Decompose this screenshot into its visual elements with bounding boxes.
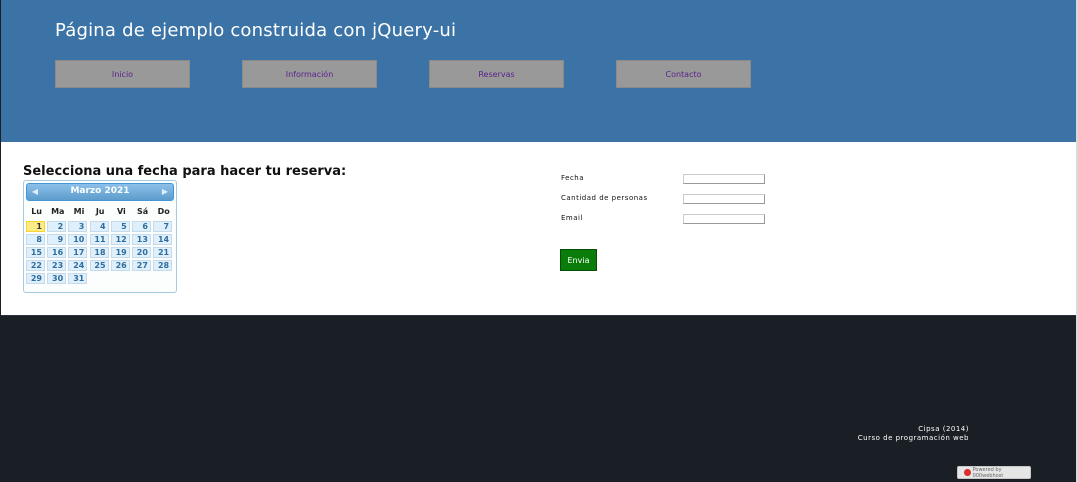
nav-button-inicio[interactable]: Inicio: [55, 60, 190, 88]
email-label: Email: [561, 214, 583, 222]
datepicker-day[interactable]: 9: [47, 234, 67, 245]
weekday-label: Ju: [95, 207, 105, 216]
datepicker-header: ◀ Marzo 2021 ▶: [26, 183, 174, 201]
datepicker: ◀ Marzo 2021 ▶ Lu Ma Mi Ju Vi Sá Do 1234…: [23, 180, 177, 293]
datepicker-grid: Lu Ma Mi Ju Vi Sá Do 1 2 3 4 5 6 7 8 9 10 11 12 13 14…: [26, 205, 174, 284]
datepicker-day[interactable]: 6: [131, 221, 151, 232]
datepicker-day[interactable]: 13: [131, 234, 151, 245]
datepicker-day[interactable]: 14: [153, 234, 173, 245]
datepicker-empty-cell: [132, 273, 151, 284]
main-content: Selecciona una fecha para hacer tu reser…: [1, 142, 1076, 315]
header: Página de ejemplo construida con jQuery-…: [1, 0, 1076, 142]
datepicker-day[interactable]: 22: [26, 260, 45, 271]
datepicker-day[interactable]: 26: [110, 260, 130, 271]
footer: Cipsa (2014) Curso de programación web: [1, 315, 1076, 481]
footer-course: Curso de programación web: [857, 434, 969, 442]
weekday-label: Lu: [31, 207, 42, 216]
datepicker-day[interactable]: 15: [26, 247, 45, 258]
datepicker-day[interactable]: 3: [68, 221, 88, 232]
datepicker-month-label: Marzo 2021: [70, 186, 130, 196]
weekday-label: Mi: [73, 207, 85, 216]
datepicker-weekdays: Lu Ma Mi Ju Vi Sá Do: [26, 205, 174, 219]
nav-link-inicio[interactable]: Inicio: [112, 70, 133, 79]
submit-button[interactable]: Envia: [560, 249, 597, 271]
chevron-right-icon[interactable]: ▶: [160, 187, 170, 197]
datepicker-day[interactable]: 8: [26, 234, 45, 245]
nav-button-contacto[interactable]: Contacto: [616, 60, 751, 88]
personas-input[interactable]: [683, 194, 765, 204]
datepicker-day[interactable]: 11: [89, 234, 109, 245]
section-title: Selecciona una fecha para hacer tu reser…: [23, 164, 347, 179]
datepicker-day[interactable]: 1: [26, 221, 45, 232]
datepicker-day[interactable]: 24: [68, 260, 88, 271]
email-input[interactable]: [683, 214, 765, 224]
nav-link-reservas[interactable]: Reservas: [478, 70, 514, 79]
personas-label: Cantidad de personas: [561, 194, 648, 202]
datepicker-day[interactable]: 23: [47, 260, 67, 271]
datepicker-empty-cell: [153, 273, 172, 284]
datepicker-day[interactable]: 31: [68, 273, 88, 284]
datepicker-empty-cell: [111, 273, 130, 284]
datepicker-day[interactable]: 29: [26, 273, 45, 284]
datepicker-day[interactable]: 2: [47, 221, 67, 232]
datepicker-day[interactable]: 20: [131, 247, 151, 258]
datepicker-day[interactable]: 12: [110, 234, 130, 245]
hosting-badge[interactable]: Powered by 000webhost: [957, 466, 1031, 479]
datepicker-day[interactable]: 30: [47, 273, 67, 284]
datepicker-week-row: 15 16 17 18 19 20 21: [26, 247, 174, 258]
datepicker-week-row: 8 9 10 11 12 13 14: [26, 234, 174, 245]
datepicker-day[interactable]: 27: [131, 260, 151, 271]
footer-copyright: Cipsa (2014): [918, 425, 969, 433]
datepicker-day[interactable]: 25: [89, 260, 109, 271]
datepicker-week-row: 29 30 31: [26, 273, 174, 284]
nav-link-contacto[interactable]: Contacto: [665, 70, 701, 79]
weekday-label: Vi: [116, 207, 126, 216]
datepicker-empty-cell: [90, 273, 109, 284]
nav-link-informacion[interactable]: Información: [286, 70, 334, 79]
datepicker-day[interactable]: 28: [153, 260, 173, 271]
datepicker-weeks: 1 2 3 4 5 6 7 8 9 10 11 12 13 14 15 16 17 18 19 20 21 22 23 24 2…: [26, 221, 174, 284]
datepicker-day[interactable]: 18: [89, 247, 109, 258]
datepicker-day[interactable]: 19: [110, 247, 130, 258]
datepicker-day[interactable]: 10: [68, 234, 88, 245]
page-title: Página de ejemplo construida con jQuery-…: [55, 20, 457, 41]
datepicker-day[interactable]: 5: [110, 221, 130, 232]
weekday-label: Ma: [51, 207, 65, 216]
weekday-label: Sá: [136, 207, 149, 216]
datepicker-day[interactable]: 7: [153, 221, 173, 232]
hosting-badge-label: Powered by 000webhost: [972, 466, 1004, 479]
datepicker-day[interactable]: 4: [89, 221, 109, 232]
datepicker-day[interactable]: 21: [153, 247, 173, 258]
host-logo-icon: [964, 469, 971, 476]
page: Página de ejemplo construida con jQuery-…: [1, 0, 1076, 481]
weekday-label: Do: [157, 207, 170, 216]
datepicker-week-row: 22 23 24 25 26 27 28: [26, 260, 174, 271]
fecha-label: Fecha: [561, 174, 585, 182]
datepicker-day[interactable]: 17: [68, 247, 88, 258]
fecha-input[interactable]: [683, 174, 765, 184]
nav-button-informacion[interactable]: Información: [242, 60, 377, 88]
datepicker-week-row: 1234567: [26, 221, 174, 232]
datepicker-day[interactable]: 16: [47, 247, 67, 258]
nav-button-reservas[interactable]: Reservas: [429, 60, 564, 88]
